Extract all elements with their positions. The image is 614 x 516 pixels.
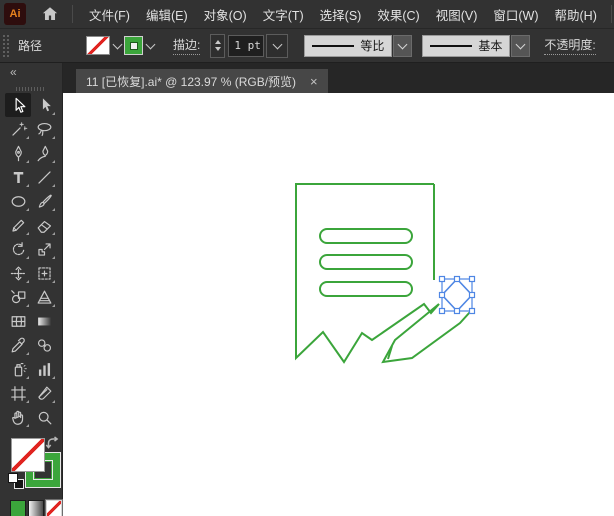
stroke-weight-input[interactable]: 1 pt — [228, 34, 265, 57]
brush-preview-icon — [430, 44, 473, 47]
stroke-weight-stepper[interactable] — [210, 33, 226, 58]
tool-zoom-icon[interactable] — [31, 405, 57, 429]
selection-type-label: 路径 — [18, 39, 43, 53]
tool-hand-icon[interactable] — [5, 405, 31, 429]
home-icon[interactable] — [40, 4, 60, 24]
document-tab-title: 11 [已恢复].ai* @ 123.97 % (RGB/预览) — [86, 74, 297, 89]
tool-shaper-icon[interactable] — [5, 213, 31, 237]
tool-slice-icon[interactable] — [31, 381, 57, 405]
width-profile-dropdown[interactable]: 等比 — [304, 34, 393, 57]
menu-item-2[interactable]: 编辑(E) — [138, 0, 196, 30]
color-mode-button[interactable] — [10, 500, 26, 516]
fill-swatch-large[interactable] — [11, 438, 45, 473]
tool-lasso-icon[interactable] — [31, 117, 57, 141]
artwork-svg — [295, 183, 476, 364]
tool-selection-icon[interactable] — [5, 93, 31, 118]
selection-overlay[interactable] — [440, 277, 474, 313]
fill-none-swatch[interactable] — [86, 36, 111, 55]
menu-item-4[interactable]: 文字(T) — [255, 0, 312, 30]
tool-curvature-icon[interactable] — [31, 141, 57, 165]
tool-eyedropper-icon[interactable] — [5, 333, 31, 357]
receipt-document-drawing[interactable] — [295, 183, 440, 364]
tool-width-icon[interactable] — [5, 261, 31, 285]
menu-item-6[interactable]: 效果(C) — [369, 0, 427, 30]
tools-grid — [0, 93, 62, 429]
width-profile-chevron-icon[interactable] — [393, 34, 413, 57]
swap-fill-stroke-icon[interactable] — [45, 436, 60, 455]
tool-pen-icon[interactable] — [5, 141, 31, 165]
tool-gradient-icon[interactable] — [31, 309, 57, 333]
tool-magic-wand-icon[interactable] — [5, 117, 31, 141]
default-fill-stroke-icon[interactable] — [8, 473, 24, 490]
width-profile-preview-icon — [312, 44, 355, 47]
control-bar: 路径 描边: 1 pt 等比 基本 不透明度: — [0, 29, 614, 63]
menu-item-1[interactable]: 文件(F) — [81, 0, 138, 30]
collapse-panel-button[interactable]: « — [0, 63, 62, 83]
stepper-down-icon[interactable] — [214, 47, 221, 51]
canvas[interactable] — [63, 93, 614, 516]
menu-separator-end — [610, 5, 612, 23]
color-mode-row — [10, 500, 62, 516]
selected-diamond-path — [440, 277, 474, 313]
tool-perspective-grid-icon[interactable] — [31, 285, 57, 309]
menu-item-5[interactable]: 选择(S) — [312, 0, 370, 30]
menu-item-3[interactable]: 对象(O) — [196, 0, 255, 30]
brush-definition-label: 基本 — [478, 39, 503, 53]
stepper-up-icon[interactable] — [214, 40, 221, 44]
fill-stroke-proxies — [86, 35, 157, 57]
width-profile-label: 等比 — [360, 39, 385, 53]
close-tab-icon[interactable]: × — [310, 75, 318, 88]
app-logo-icon[interactable]: Ai — [4, 3, 26, 25]
document-tab-bar: 11 [已恢复].ai* @ 123.97 % (RGB/预览) × — [63, 63, 614, 93]
panel-grip-handle[interactable] — [2, 33, 10, 58]
tool-paintbrush-icon[interactable] — [31, 189, 57, 213]
illustrator-window: Ai 文件(F) 编辑(E) 对象(O) 文字(T) 选择(S) 效果(C) 视图(V) 窗口… — [0, 0, 614, 516]
tool-artboard-icon[interactable] — [5, 381, 31, 405]
selection-bounding-box — [441, 278, 473, 312]
stroke-dropdown-chevron-icon[interactable] — [143, 35, 157, 57]
tool-direct-selection-icon[interactable] — [31, 93, 57, 117]
panel-drag-handle[interactable] — [16, 86, 46, 92]
stroke-color-swatch[interactable] — [124, 36, 144, 55]
menu-bar: Ai 文件(F) 编辑(E) 对象(O) 文字(T) 选择(S) 效果(C) 视图(V) 窗口… — [0, 0, 614, 29]
menu-items: 文件(F) 编辑(E) 对象(O) 文字(T) 选择(S) 效果(C) 视图(V) 窗口(W)… — [81, 0, 605, 30]
opacity-label[interactable]: 不透明度: — [544, 36, 596, 55]
tool-scale-icon[interactable] — [31, 237, 57, 261]
document-area: 11 [已恢复].ai* @ 123.97 % (RGB/预览) × — [63, 63, 614, 516]
stroke-weight-dropdown[interactable] — [266, 33, 289, 58]
brush-definition-chevron-icon[interactable] — [511, 34, 531, 57]
tools-panel: « — [0, 63, 63, 516]
menu-item-9[interactable]: 帮助(H) — [547, 0, 605, 30]
selection-handles[interactable] — [438, 275, 476, 315]
brush-definition-dropdown[interactable]: 基本 — [422, 34, 511, 57]
workspace: « 11 [已恢复].ai* @ 123.97 % (RGB/预览) × — [0, 63, 614, 516]
tool-blend-icon[interactable] — [31, 333, 57, 357]
fill-dropdown-chevron-icon[interactable] — [110, 35, 124, 57]
tool-mesh-icon[interactable] — [5, 309, 31, 333]
tool-symbol-sprayer-icon[interactable] — [5, 357, 31, 381]
stroke-weight-label[interactable]: 描边: — [173, 36, 201, 55]
gradient-mode-button[interactable] — [28, 500, 44, 516]
tool-type-icon[interactable] — [5, 165, 31, 189]
tool-shape-builder-icon[interactable] — [5, 285, 31, 309]
tool-free-transform-icon[interactable] — [31, 261, 57, 285]
document-tab[interactable]: 11 [已恢复].ai* @ 123.97 % (RGB/预览) × — [76, 69, 328, 93]
menu-item-7[interactable]: 视图(V) — [428, 0, 486, 30]
tool-eraser-icon[interactable] — [31, 213, 57, 237]
none-mode-button[interactable] — [46, 500, 62, 516]
tool-ellipse-icon[interactable] — [5, 189, 31, 213]
tool-column-graph-icon[interactable] — [31, 357, 57, 381]
menu-item-8[interactable]: 窗口(W) — [485, 0, 546, 30]
stroke-weight-value: 1 pt — [234, 39, 261, 52]
tool-rotate-icon[interactable] — [5, 237, 31, 261]
tool-line-segment-icon[interactable] — [31, 165, 57, 189]
fill-stroke-indicator — [0, 433, 62, 494]
menu-separator — [72, 5, 73, 23]
